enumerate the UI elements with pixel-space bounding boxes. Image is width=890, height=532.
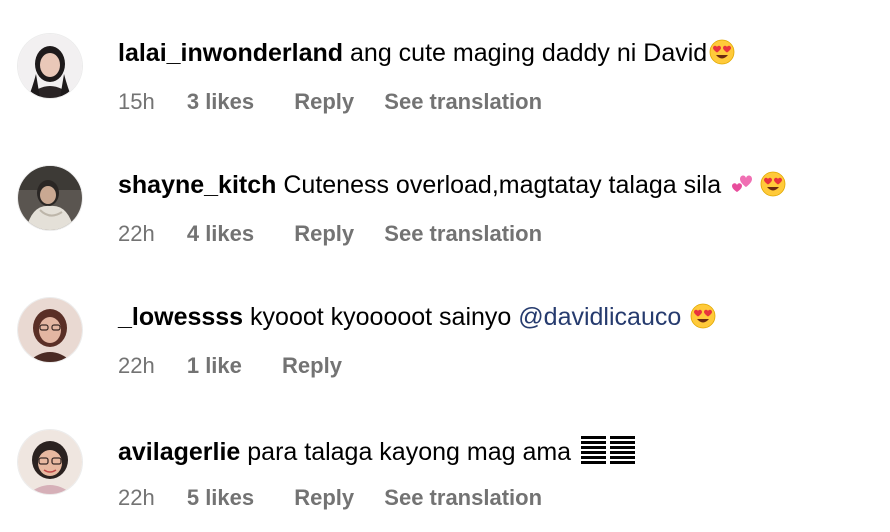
comment-item: avilagerlie para talaga kayong mag ama 2… — [0, 396, 890, 528]
avatar[interactable] — [18, 298, 82, 362]
likes-count[interactable]: 4 likes — [187, 220, 254, 248]
heart-eyes-emoji-icon — [760, 171, 786, 197]
comment-timestamp: 22h — [118, 485, 155, 510]
comment-timestamp: 15h — [118, 89, 155, 114]
comment-meta: 22h 5 likes Reply See translation — [118, 484, 542, 512]
two-hearts-emoji-icon — [730, 171, 758, 197]
comment-text-line: _lowessss kyooot kyooooot sainyo @davidl… — [118, 302, 716, 332]
likes-count[interactable]: 3 likes — [187, 88, 254, 116]
comment-text: Cuteness overload,magtatay talaga sila — [283, 171, 722, 199]
comment-meta: 22h 4 likes Reply See translation — [118, 220, 542, 248]
avatar-photo — [18, 430, 82, 494]
comment-username[interactable]: avilagerlie — [118, 438, 240, 466]
see-translation-button[interactable]: See translation — [384, 220, 542, 248]
comment-text: ang cute maging daddy ni David — [350, 39, 708, 67]
heart-eyes-emoji-icon — [709, 39, 735, 65]
avatar-photo — [18, 34, 82, 98]
reply-button[interactable]: Reply — [282, 352, 342, 380]
comment-item: lalai_inwonderland ang cute maging daddy… — [0, 0, 890, 132]
comment-item: _lowessss kyooot kyooooot sainyo @davidl… — [0, 264, 890, 396]
likes-count[interactable]: 5 likes — [187, 484, 254, 512]
mention-link[interactable]: @davidlicauco — [518, 303, 681, 331]
comment-text: kyooot kyooooot sainyo — [250, 303, 512, 331]
comment-text-line: avilagerlie para talaga kayong mag ama — [118, 434, 636, 467]
reply-button[interactable]: Reply — [294, 484, 354, 512]
comment-text-line: shayne_kitch Cuteness overload,magtatay … — [118, 170, 786, 200]
comment-timestamp: 22h — [118, 353, 155, 378]
avatar[interactable] — [18, 34, 82, 98]
comment-timestamp: 22h — [118, 221, 155, 246]
see-translation-button[interactable]: See translation — [384, 484, 542, 512]
avatar-photo — [18, 166, 82, 230]
comment-text-line: lalai_inwonderland ang cute maging daddy… — [118, 38, 735, 68]
comment-meta: 22h 1 like Reply — [118, 352, 366, 380]
reply-button[interactable]: Reply — [294, 220, 354, 248]
avatar[interactable] — [18, 166, 82, 230]
reply-button[interactable]: Reply — [294, 88, 354, 116]
trigram-symbol-icon — [580, 434, 636, 464]
heart-eyes-emoji-icon — [690, 303, 716, 329]
avatar-photo — [18, 298, 82, 362]
comment-text: para talaga kayong mag ama — [247, 438, 572, 466]
comment-username[interactable]: lalai_inwonderland — [118, 39, 343, 67]
comment-username[interactable]: shayne_kitch — [118, 171, 276, 199]
likes-count[interactable]: 1 like — [187, 352, 242, 380]
comment-username[interactable]: _lowessss — [118, 303, 243, 331]
see-translation-button[interactable]: See translation — [384, 88, 542, 116]
comment-item: shayne_kitch Cuteness overload,magtatay … — [0, 132, 890, 264]
avatar[interactable] — [18, 430, 82, 494]
comment-meta: 15h 3 likes Reply See translation — [118, 88, 542, 116]
